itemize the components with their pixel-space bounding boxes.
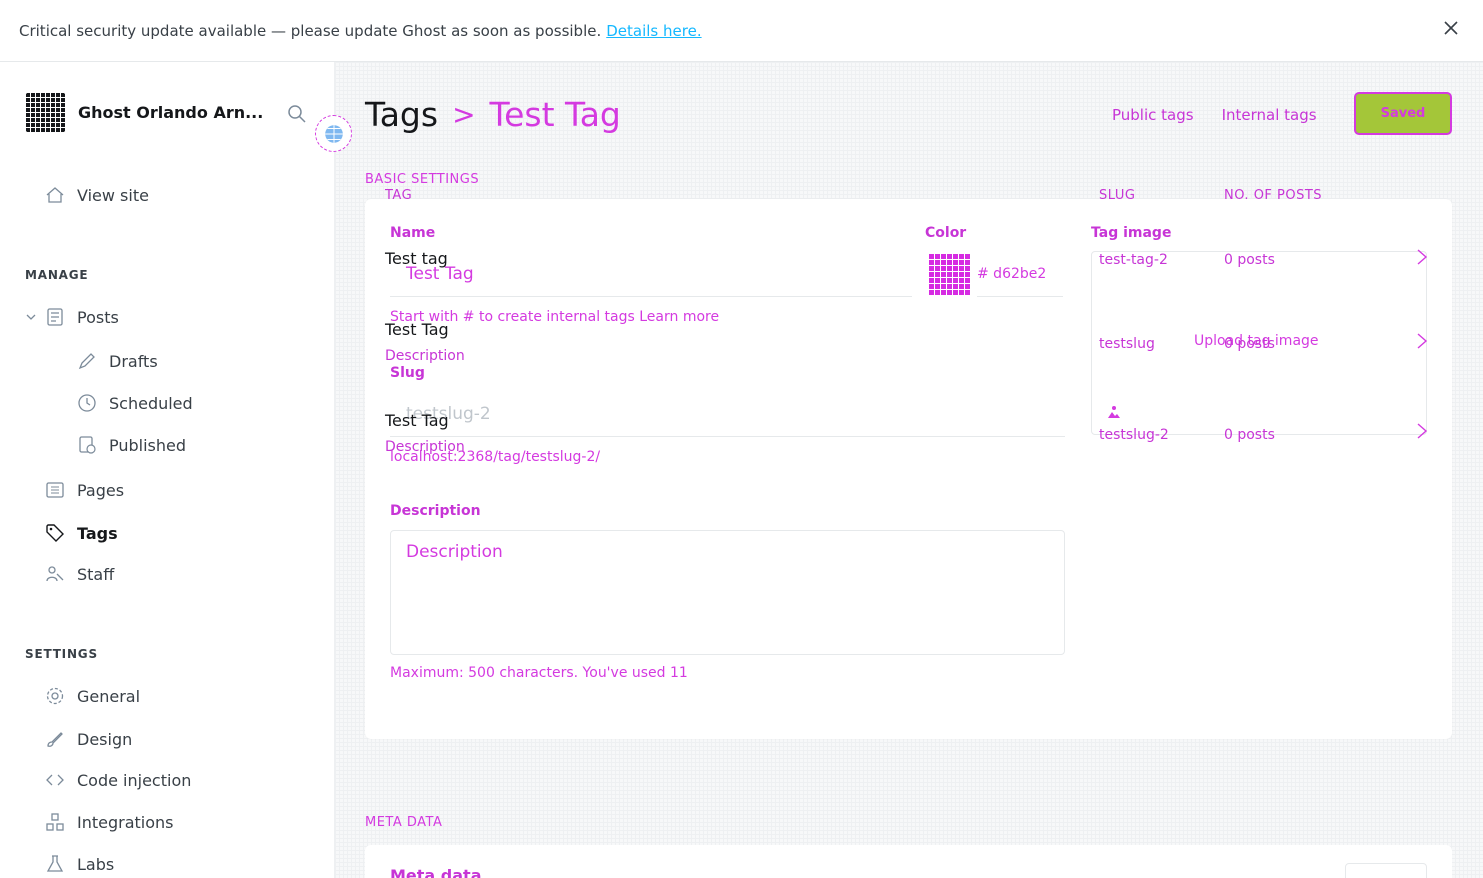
site-name: Ghost Orlando Arn... [78, 103, 264, 122]
sidebar-item-label: Code injection [77, 770, 192, 790]
tag-row-name[interactable]: Test tag [385, 249, 448, 268]
meta-data-expand-button[interactable] [1345, 863, 1427, 878]
tag-row-slug: test-tag-2 [1099, 252, 1168, 268]
tag-image-label: Tag image [1091, 225, 1172, 241]
column-header-slug: SLUG [1099, 188, 1136, 203]
chevron-right-icon[interactable] [1415, 332, 1429, 350]
sidebar-item-integrations[interactable]: Integrations [45, 812, 174, 832]
sidebar-item-label: Posts [77, 307, 119, 327]
basic-settings-card: Name Test Tag Start with # to create int… [365, 199, 1452, 739]
tag-type-tabs: Public tags Internal tags [1112, 106, 1317, 124]
name-label: Name [390, 225, 436, 241]
slug-input[interactable]: testslug-2 [390, 397, 1065, 437]
security-alert-banner: Critical security update available — ple… [0, 0, 1483, 62]
alert-text: Critical security update available — ple… [19, 21, 602, 40]
sidebar-item-view-site[interactable]: View site [45, 185, 149, 205]
sidebar-item-pages[interactable]: Pages [45, 480, 124, 500]
view-site-globe-button[interactable] [315, 115, 352, 152]
sidebar-item-label: Integrations [77, 812, 174, 832]
meta-data-title: Meta data [390, 866, 482, 878]
integrations-icon [46, 813, 64, 831]
tag-icon [46, 524, 64, 542]
sidebar-item-scheduled[interactable]: Scheduled [77, 393, 193, 413]
alert-details-link[interactable]: Details here. [606, 22, 701, 40]
sidebar: Ghost Orlando Arn... View site MANAGE Po… [0, 62, 335, 878]
sidebar-item-staff[interactable]: Staff [45, 564, 114, 584]
tag-row-slug: testslug-2 [1099, 427, 1169, 443]
tag-row-description: Description [385, 439, 465, 455]
sidebar-item-label: Staff [77, 564, 115, 584]
tag-row-slug: testslug [1099, 336, 1155, 352]
description-label: Description [390, 503, 481, 519]
sidebar-item-posts[interactable]: Posts [25, 307, 119, 327]
main-content: Tags > Test Tag Public tags Internal tag… [335, 62, 1483, 878]
chevron-right-icon[interactable] [1415, 248, 1429, 266]
close-icon[interactable] [1443, 20, 1459, 36]
color-input[interactable]: # d62be2 [977, 257, 1063, 297]
description-hint: Maximum: 500 characters. You've used 11 [390, 665, 688, 681]
sidebar-item-tags[interactable]: Tags [45, 523, 118, 543]
tag-row-name[interactable]: Test Tag [385, 320, 449, 339]
staff-icon [46, 566, 64, 582]
tag-row-description: Description [385, 348, 465, 364]
tab-internal-tags[interactable]: Internal tags [1222, 106, 1317, 124]
manage-heading: MANAGE [25, 268, 89, 282]
color-swatch[interactable] [928, 253, 970, 295]
name-input[interactable]: Test Tag [390, 257, 912, 297]
gear-icon [46, 687, 64, 705]
meta-data-label: META DATA [365, 815, 443, 830]
flask-icon [46, 855, 64, 872]
tab-public-tags[interactable]: Public tags [1112, 106, 1194, 124]
posts-icon [47, 308, 63, 326]
published-icon [79, 436, 96, 454]
sidebar-item-general[interactable]: General [45, 686, 140, 706]
search-icon[interactable] [287, 104, 307, 124]
brush-icon [47, 732, 63, 747]
sidebar-item-label: Design [77, 729, 133, 749]
tag-row-name[interactable]: Test Tag [385, 411, 449, 430]
chevron-down-icon[interactable] [25, 311, 37, 323]
sidebar-item-label: Labs [77, 854, 115, 874]
slug-label: Slug [390, 365, 425, 381]
pencil-icon [78, 353, 95, 370]
sidebar-item-label: Published [109, 435, 187, 455]
meta-data-card: Meta data [365, 845, 1452, 878]
image-icon [1108, 406, 1120, 418]
sidebar-item-label: General [77, 686, 141, 706]
sidebar-item-drafts[interactable]: Drafts [77, 351, 158, 371]
color-label: Color [925, 225, 967, 241]
breadcrumb-separator: > [452, 98, 476, 131]
sidebar-item-label: Drafts [109, 351, 158, 371]
sidebar-item-label: Tags [77, 523, 118, 543]
chevron-right-icon[interactable] [1415, 422, 1429, 440]
tag-row-posts: 0 posts [1224, 252, 1275, 268]
clock-icon [78, 394, 96, 412]
basic-settings-label: BASIC SETTINGS [365, 172, 480, 187]
save-button[interactable]: Saved [1354, 92, 1452, 135]
column-header-posts: NO. OF POSTS [1224, 188, 1323, 203]
column-header-tag: TAG [385, 188, 413, 203]
sidebar-item-published[interactable]: Published [77, 435, 186, 455]
settings-heading: SETTINGS [25, 647, 98, 661]
sidebar-item-labs[interactable]: Labs [45, 854, 114, 874]
pages-icon [46, 482, 64, 498]
sidebar-item-code-injection[interactable]: Code injection [45, 770, 191, 790]
description-textarea[interactable]: Description [390, 530, 1065, 655]
home-icon [46, 187, 64, 203]
tag-row-posts: 0 posts [1224, 336, 1275, 352]
site-brand[interactable]: Ghost Orlando Arn... [25, 92, 273, 133]
page-title: Test Tag [489, 95, 621, 134]
sidebar-item-label: Pages [77, 480, 125, 500]
site-logo [25, 92, 66, 133]
globe-icon [324, 124, 343, 143]
sidebar-item-design[interactable]: Design [45, 729, 132, 749]
breadcrumb: Tags > Test Tag [365, 95, 621, 134]
breadcrumb-tags-link[interactable]: Tags [365, 95, 438, 134]
code-icon [46, 774, 64, 786]
tag-row-posts: 0 posts [1224, 427, 1275, 443]
sidebar-item-label: Scheduled [109, 393, 193, 413]
sidebar-item-label: View site [77, 185, 149, 205]
